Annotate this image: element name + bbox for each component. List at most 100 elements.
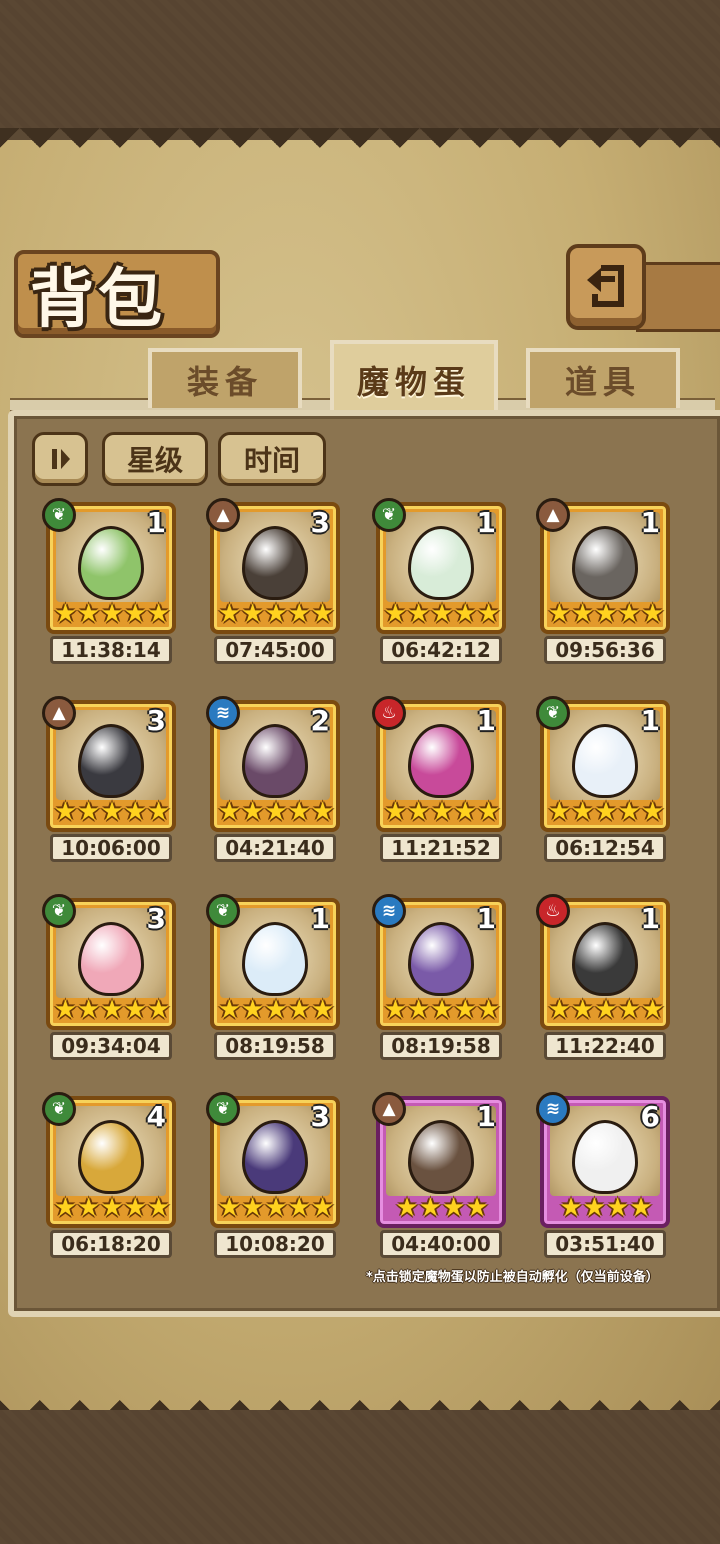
star-icon: ★	[476, 797, 501, 827]
star-icon: ★	[430, 995, 454, 1025]
hatch-timer: 07:45:00	[214, 636, 336, 664]
star-rating: ★ ★ ★ ★ ★	[53, 797, 171, 827]
filter-button[interactable]	[32, 432, 88, 486]
star-icon: ★	[594, 797, 618, 827]
earth-element-icon: ▲	[42, 696, 76, 730]
filter-icon	[52, 449, 70, 469]
egg-card[interactable]: 3 ★ ★ ★ ★ ★ ❦	[206, 1092, 340, 1228]
egg-card[interactable]: 3 ★ ★ ★ ★ ★ ❦	[42, 894, 176, 1030]
hatch-timer: 09:34:04	[50, 1032, 172, 1060]
star-icon: ★	[594, 599, 618, 629]
egg-count: 6	[640, 1100, 660, 1133]
star-icon: ★	[264, 797, 288, 827]
hatch-timer: 10:08:20	[214, 1230, 336, 1258]
star-icon: ★	[53, 995, 78, 1025]
sort-by-star-label: 星级	[126, 444, 183, 477]
earth-element-icon: ▲	[372, 1092, 406, 1126]
egg-card[interactable]: 1 ★ ★ ★ ★ ★ ▲	[536, 498, 670, 634]
star-icon: ★	[100, 995, 124, 1025]
star-icon: ★	[241, 995, 265, 1025]
egg-card[interactable]: 1 ★ ★ ★ ★ ★ ♨	[536, 894, 670, 1030]
page-title: 背包	[30, 263, 166, 337]
star-icon: ★	[453, 995, 477, 1025]
egg-icon	[78, 922, 144, 996]
egg-card[interactable]: 1 ★ ★ ★ ★ ▲	[372, 1092, 506, 1228]
star-icon: ★	[146, 995, 171, 1025]
star-icon: ★	[217, 599, 242, 629]
egg-card[interactable]: 3 ★ ★ ★ ★ ★ ▲	[206, 498, 340, 634]
star-icon: ★	[383, 599, 408, 629]
star-icon: ★	[571, 599, 595, 629]
star-icon: ★	[442, 1193, 466, 1223]
sort-by-star-button[interactable]: 星级	[102, 432, 208, 486]
star-icon: ★	[77, 797, 101, 827]
star-icon: ★	[310, 599, 335, 629]
egg-count: 3	[310, 1100, 330, 1133]
star-rating: ★ ★ ★ ★ ★	[218, 995, 335, 1025]
egg-count: 1	[310, 902, 330, 935]
star-rating: ★ ★ ★ ★ ★	[384, 797, 501, 827]
star-icon: ★	[264, 599, 288, 629]
fire-element-icon: ♨	[372, 696, 406, 730]
top-map-background	[0, 0, 720, 130]
egg-count: 2	[310, 704, 330, 737]
star-rating: ★ ★ ★ ★ ★	[54, 599, 171, 629]
grass-element-icon: ❦	[536, 696, 570, 730]
tab-items-label: 道具	[564, 363, 641, 401]
earth-element-icon: ▲	[536, 498, 570, 532]
star-icon: ★	[123, 599, 147, 629]
star-icon: ★	[430, 599, 454, 629]
sort-by-time-button[interactable]: 时间	[218, 432, 326, 486]
egg-card[interactable]: 1 ★ ★ ★ ★ ★ ≋	[372, 894, 506, 1030]
egg-card[interactable]: 1 ★ ★ ★ ★ ★ ❦	[372, 498, 506, 634]
star-rating: ★ ★ ★ ★ ★	[547, 599, 665, 629]
star-icon: ★	[123, 797, 147, 827]
egg-card[interactable]: 1 ★ ★ ★ ★ ★ ❦	[206, 894, 340, 1030]
egg-icon	[572, 724, 638, 798]
egg-icon	[572, 526, 638, 600]
star-icon: ★	[547, 797, 572, 827]
grass-element-icon: ❦	[42, 1092, 76, 1126]
egg-card[interactable]: 1 ★ ★ ★ ★ ★ ❦	[42, 498, 176, 634]
star-rating: ★ ★ ★ ★	[550, 1194, 662, 1222]
egg-card[interactable]: 4 ★ ★ ★ ★ ★ ❦	[42, 1092, 176, 1228]
egg-count: 1	[640, 704, 660, 737]
egg-icon	[408, 1120, 474, 1194]
star-icon: ★	[629, 1193, 653, 1223]
star-icon: ★	[640, 995, 665, 1025]
tab-monster-eggs[interactable]: 魔物蛋	[330, 340, 498, 416]
tab-items[interactable]: 道具	[526, 348, 680, 408]
star-icon: ★	[418, 1193, 442, 1223]
tab-equipment[interactable]: 装备	[148, 348, 302, 408]
egg-icon	[242, 922, 308, 996]
star-icon: ★	[476, 599, 501, 629]
back-button-bar	[636, 262, 720, 332]
water-element-icon: ≋	[206, 696, 240, 730]
star-icon: ★	[383, 995, 408, 1025]
hatch-timer: 04:21:40	[214, 834, 336, 862]
egg-count: 1	[476, 506, 496, 539]
star-rating: ★ ★ ★ ★ ★	[218, 1193, 335, 1223]
star-icon: ★	[310, 797, 335, 827]
egg-card[interactable]: 2 ★ ★ ★ ★ ★ ≋	[206, 696, 340, 832]
egg-count: 1	[476, 704, 496, 737]
star-icon: ★	[547, 599, 572, 629]
egg-card[interactable]: 3 ★ ★ ★ ★ ★ ▲	[42, 696, 176, 832]
egg-card[interactable]: 6 ★ ★ ★ ★ ≋	[536, 1092, 670, 1228]
egg-card[interactable]: 1 ★ ★ ★ ★ ★ ❦	[536, 696, 670, 832]
egg-count: 1	[640, 506, 660, 539]
star-icon: ★	[476, 995, 501, 1025]
star-icon: ★	[100, 1193, 124, 1223]
back-button[interactable]	[566, 244, 646, 330]
hatch-timer: 10:06:00	[50, 834, 172, 862]
egg-icon	[78, 1120, 144, 1194]
water-element-icon: ≋	[536, 1092, 570, 1126]
grass-element-icon: ❦	[206, 1092, 240, 1126]
star-icon: ★	[264, 1193, 288, 1223]
egg-card[interactable]: 1 ★ ★ ★ ★ ★ ♨	[372, 696, 506, 832]
star-icon: ★	[453, 599, 477, 629]
grass-element-icon: ❦	[42, 894, 76, 928]
star-icon: ★	[53, 797, 78, 827]
egg-icon	[572, 922, 638, 996]
star-icon: ★	[100, 797, 124, 827]
